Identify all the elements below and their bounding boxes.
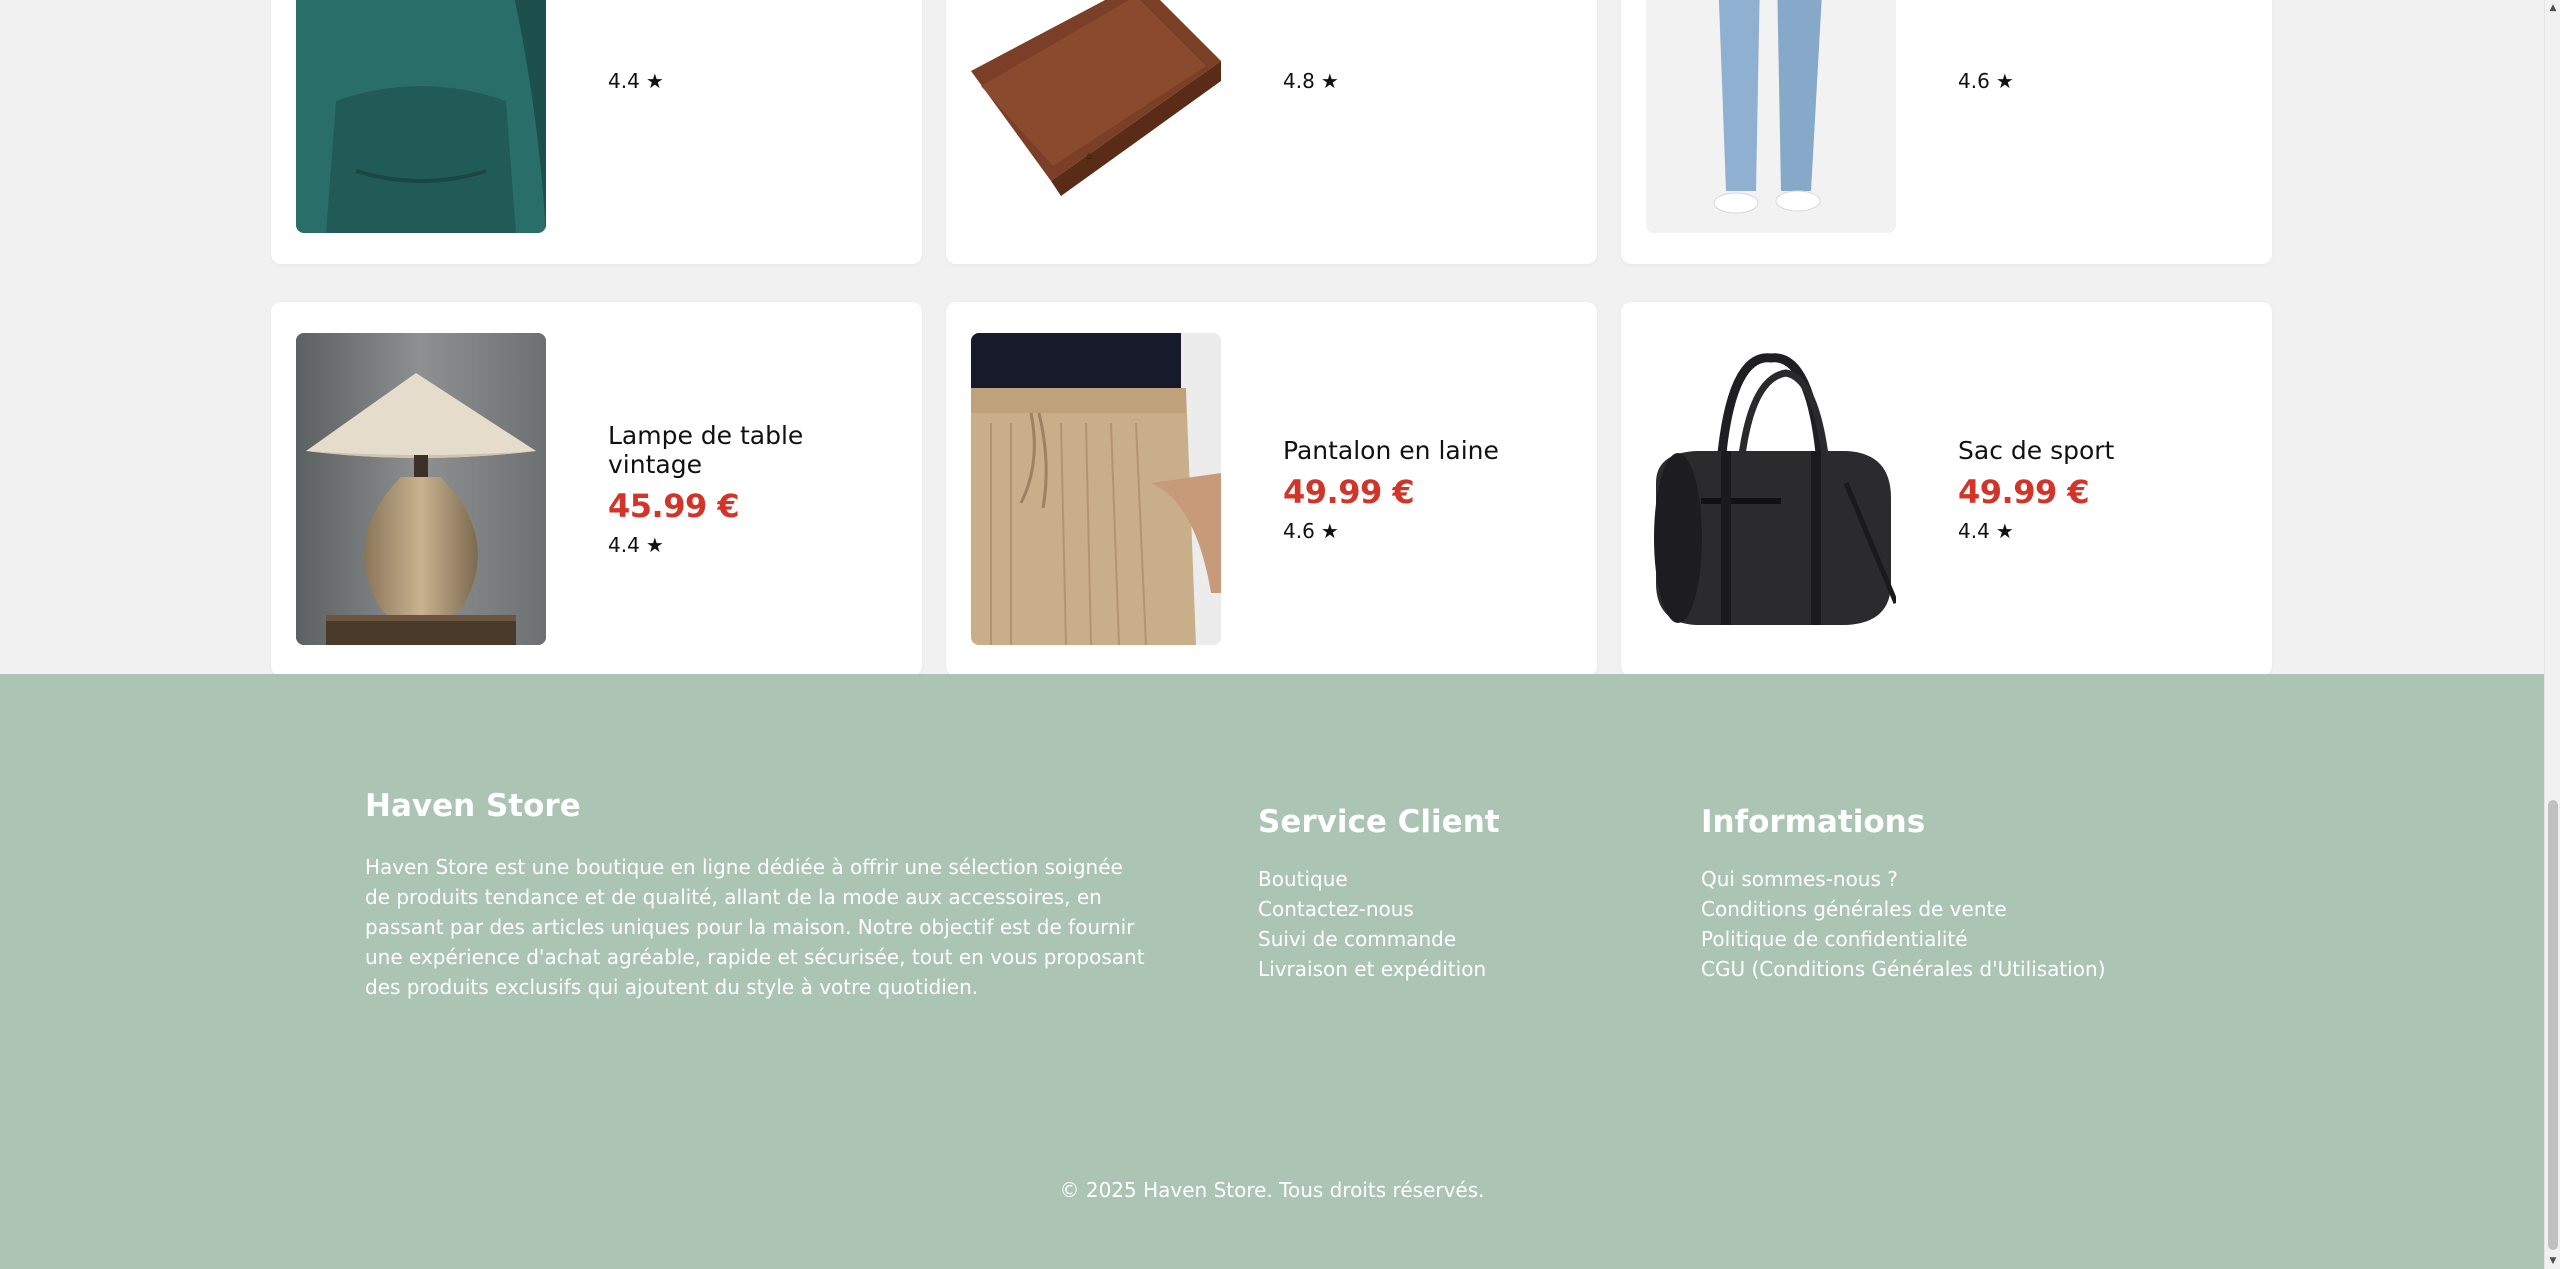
rating-value: 4.6: [1283, 518, 1315, 543]
star-icon: ★: [1995, 69, 2014, 93]
product-price: 49.99 €: [1958, 472, 2090, 511]
product-section: 4.4 ★ ⌂ 4.8 ★ 4.6 ★ Lampe de table vinta…: [0, 0, 2544, 676]
svg-text:⌂: ⌂: [1086, 151, 1092, 162]
table-lamp-image[interactable]: [296, 333, 546, 645]
rating-value: 4.4: [608, 69, 640, 93]
scroll-down-icon[interactable]: ▼: [2545, 1253, 2560, 1269]
page-scrollbar[interactable]: ▲ ▼: [2544, 0, 2560, 1269]
footer-info-title: Informations: [1701, 804, 1926, 840]
product-card[interactable]: Sac de sport 49.99 € 4.4 ★: [1621, 302, 2272, 676]
product-rating: 4.4 ★: [1958, 519, 2114, 543]
star-icon: ★: [645, 69, 664, 93]
footer-brand: Haven Store Haven Store est une boutique…: [365, 788, 1145, 1002]
wool-pants-image[interactable]: [971, 333, 1221, 645]
footer-link-shipping[interactable]: Livraison et expédition: [1258, 954, 1500, 984]
rating-value: 4.8: [1283, 69, 1315, 93]
product-card[interactable]: ⌂ 4.8 ★: [946, 0, 1597, 264]
footer-link-privacy[interactable]: Politique de confidentialité: [1701, 924, 2106, 954]
sport-bag-image[interactable]: [1646, 333, 1896, 645]
product-grid: 4.4 ★ ⌂ 4.8 ★ 4.6 ★ Lampe de table vinta…: [271, 0, 2272, 676]
star-icon: ★: [645, 533, 664, 557]
footer-link-order-tracking[interactable]: Suivi de commande: [1258, 924, 1500, 954]
footer-info-column: Informations Qui sommes-nous ? Condition…: [1701, 804, 2106, 984]
product-card[interactable]: 4.4 ★: [271, 0, 922, 264]
product-card[interactable]: 4.6 ★: [1621, 0, 2272, 264]
footer-copyright: © 2025 Haven Store. Tous droits réservés…: [1059, 1178, 1485, 1202]
footer-brand-title: Haven Store: [365, 788, 581, 824]
product-rating: 4.4 ★: [608, 533, 897, 557]
footer-link-boutique[interactable]: Boutique: [1258, 864, 1500, 894]
site-footer: Haven Store Haven Store est une boutique…: [0, 674, 2544, 1269]
footer-service-title: Service Client: [1258, 804, 1500, 840]
footer-service-column: Service Client Boutique Contactez-nous S…: [1258, 804, 1500, 984]
star-icon: ★: [1320, 518, 1339, 543]
green-hoodie-image[interactable]: [296, 0, 546, 233]
product-card[interactable]: Lampe de table vintage 45.99 € 4.4 ★: [271, 302, 922, 676]
product-price: 45.99 €: [608, 487, 740, 525]
product-rating: 4.6 ★: [1283, 519, 1499, 543]
product-name[interactable]: Lampe de table vintage: [608, 421, 897, 479]
scrollbar-thumb[interactable]: [2548, 800, 2558, 1250]
footer-link-contact[interactable]: Contactez-nous: [1258, 894, 1500, 924]
footer-link-about[interactable]: Qui sommes-nous ?: [1701, 864, 2106, 894]
scroll-up-icon[interactable]: ▲: [2545, 0, 2560, 16]
footer-link-cgu[interactable]: CGU (Conditions Générales d'Utilisation): [1701, 954, 2106, 984]
rating-value: 4.4: [1958, 518, 1990, 543]
star-icon: ★: [1320, 69, 1339, 93]
product-name[interactable]: Pantalon en laine: [1283, 436, 1499, 465]
product-rating: 4.6 ★: [1958, 69, 2014, 93]
product-rating: 4.4 ★: [608, 69, 664, 93]
leather-wallet-image[interactable]: ⌂: [971, 0, 1221, 233]
product-rating: 4.8 ★: [1283, 69, 1339, 93]
product-price: 49.99 €: [1283, 472, 1415, 511]
star-icon: ★: [1995, 518, 2014, 543]
rating-value: 4.4: [608, 533, 640, 557]
footer-brand-description: Haven Store est une boutique en ligne dé…: [365, 855, 1145, 999]
footer-link-cgv[interactable]: Conditions générales de vente: [1701, 894, 2106, 924]
rating-value: 4.6: [1958, 69, 1990, 93]
product-name[interactable]: Sac de sport: [1958, 436, 2114, 465]
jeans-image[interactable]: [1646, 0, 1896, 233]
product-card[interactable]: Pantalon en laine 49.99 € 4.6 ★: [946, 302, 1597, 676]
